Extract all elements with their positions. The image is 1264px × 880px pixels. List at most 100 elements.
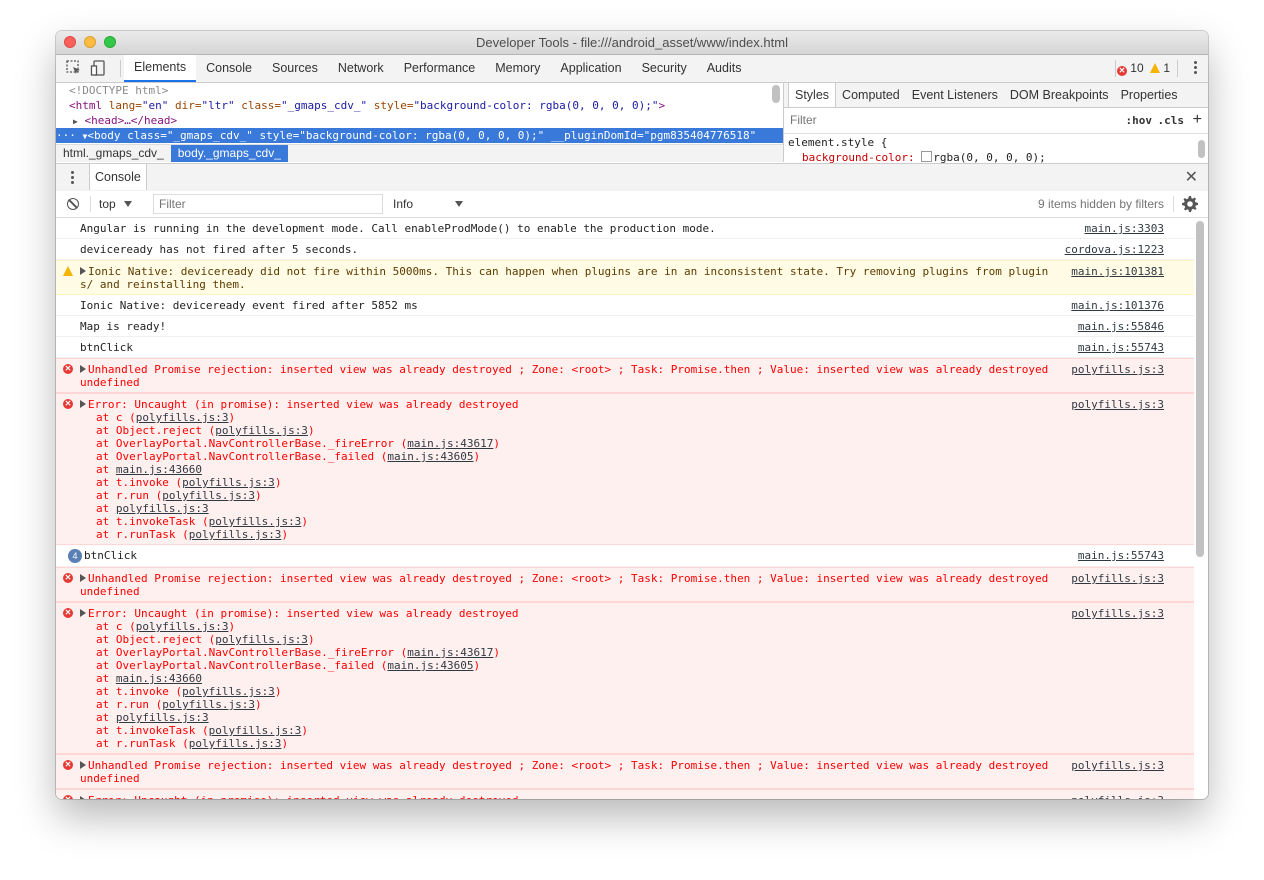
maximize-window-button[interactable]: [104, 36, 116, 48]
console-message[interactable]: 4 btnClick main.js:55743: [56, 545, 1194, 567]
source-link[interactable]: main.js:55743: [1078, 549, 1164, 562]
rule-selector[interactable]: element.style {: [788, 135, 1046, 150]
customize-menu-icon[interactable]: [1194, 61, 1198, 75]
gear-icon[interactable]: [1182, 196, 1198, 212]
stack-frame-link[interactable]: main.js:43660: [116, 672, 202, 685]
source-link[interactable]: main.js:101381: [1071, 265, 1164, 278]
doctype-node[interactable]: <!DOCTYPE html>: [69, 83, 168, 98]
console-message[interactable]: Ionic Native: deviceready event fired af…: [56, 295, 1194, 316]
console-message[interactable]: Map is ready! main.js:55846: [56, 316, 1194, 337]
tab-application[interactable]: Application: [550, 55, 631, 82]
console-message[interactable]: ✕ Error: Uncaught (in promise): inserted …: [56, 789, 1194, 799]
source-link[interactable]: main.js:101376: [1071, 299, 1164, 312]
tab-audits[interactable]: Audits: [697, 55, 752, 82]
stack-frame-link[interactable]: main.js:43660: [116, 463, 202, 476]
source-link[interactable]: main.js:55846: [1078, 320, 1164, 333]
device-toolbar-icon[interactable]: [90, 59, 108, 77]
source-link[interactable]: polyfills.js:3: [1071, 607, 1164, 620]
tab-memory[interactable]: Memory: [485, 55, 550, 82]
stack-frame-link[interactable]: polyfills.js:3: [189, 737, 282, 750]
stack-frame-link[interactable]: polyfills.js:3: [189, 528, 282, 541]
stack-frame-link[interactable]: main.js:43617: [407, 646, 493, 659]
add-rule-button[interactable]: +: [1193, 108, 1202, 132]
expand-arrow-icon[interactable]: [80, 796, 86, 799]
head-node[interactable]: ▶ <head>…</head>: [73, 113, 177, 128]
more-icon[interactable]: ···: [56, 129, 76, 142]
console-message[interactable]: ✕ Unhandled Promise rejection: inserted v…: [56, 754, 1194, 789]
source-link[interactable]: polyfills.js:3: [1071, 572, 1164, 585]
console-scrollbar[interactable]: [1196, 221, 1204, 557]
stack-frame-link[interactable]: polyfills.js:3: [209, 515, 302, 528]
close-window-button[interactable]: [64, 36, 76, 48]
stack-frame-link[interactable]: polyfills.js:3: [209, 724, 302, 737]
console-message[interactable]: btnClick main.js:55743: [56, 337, 1194, 358]
source-link[interactable]: cordova.js:1223: [1065, 243, 1164, 256]
hover-state-button[interactable]: :hov: [1126, 108, 1153, 133]
source-link[interactable]: polyfills.js:3: [1071, 398, 1164, 411]
breadcrumb-item[interactable]: html._gmaps_cdv_: [56, 145, 171, 162]
stack-frame-link[interactable]: main.js:43605: [387, 659, 473, 672]
tab-sources[interactable]: Sources: [262, 55, 328, 82]
stack-frame-link[interactable]: polyfills.js:3: [162, 489, 255, 502]
expand-arrow-icon[interactable]: [80, 365, 86, 373]
drawer-tab-console[interactable]: Console: [89, 164, 147, 190]
stack-frame-link[interactable]: polyfills.js:3: [215, 424, 308, 437]
source-link[interactable]: polyfills.js:3: [1071, 363, 1164, 376]
console-message[interactable]: deviceready has not fired after 5 second…: [56, 239, 1194, 260]
stack-frame-link[interactable]: polyfills.js:3: [162, 698, 255, 711]
console-message[interactable]: Ionic Native: deviceready did not fire w…: [56, 260, 1194, 295]
message-text: deviceready has not fired after 5 second…: [80, 243, 359, 256]
expand-arrow-icon[interactable]: ▶: [73, 117, 78, 126]
console-message[interactable]: ✕ Error: Uncaught (in promise): inserted …: [56, 602, 1194, 754]
expand-arrow-icon[interactable]: [80, 761, 86, 769]
tab-properties[interactable]: Properties: [1115, 83, 1184, 107]
expand-arrow-icon[interactable]: [80, 267, 86, 275]
styles-filter-input[interactable]: Filter: [790, 108, 817, 133]
console-message[interactable]: ✕ Unhandled Promise rejection: inserted v…: [56, 567, 1194, 602]
stack-frame-link[interactable]: polyfills.js:3: [182, 476, 275, 489]
class-toggle-button[interactable]: .cls: [1158, 108, 1185, 133]
stack-frame-link[interactable]: polyfills.js:3: [215, 633, 308, 646]
html-node[interactable]: <html lang="en" dir="ltr" class="_gmaps_…: [69, 98, 665, 113]
drawer-menu-icon[interactable]: [71, 171, 74, 186]
body-node[interactable]: ··· ▼<body class="_gmaps_cdv_" style="ba…: [56, 128, 783, 143]
breadcrumb-item[interactable]: body._gmaps_cdv_: [170, 145, 288, 162]
color-swatch-icon[interactable]: [921, 151, 933, 162]
log-level-selector[interactable]: Info: [393, 191, 464, 217]
source-link[interactable]: polyfills.js:3: [1071, 759, 1164, 772]
issue-counts[interactable]: ✕ 10 1: [1116, 55, 1170, 82]
console-message[interactable]: ✕ Unhandled Promise rejection: inserted v…: [56, 358, 1194, 393]
tab-network[interactable]: Network: [328, 55, 394, 82]
expand-arrow-icon[interactable]: [80, 609, 86, 617]
tab-elements[interactable]: Elements: [124, 55, 197, 82]
context-selector[interactable]: top: [99, 191, 132, 217]
stack-frame-link[interactable]: polyfills.js:3: [136, 411, 229, 424]
expand-arrow-icon[interactable]: [80, 574, 86, 582]
minimize-window-button[interactable]: [84, 36, 96, 48]
elements-scrollbar[interactable]: [772, 85, 780, 103]
inspect-element-icon[interactable]: [65, 59, 83, 77]
tab-event-listeners[interactable]: Event Listeners: [906, 83, 1004, 107]
tab-performance[interactable]: Performance: [394, 55, 486, 82]
clear-console-icon[interactable]: [67, 198, 79, 210]
source-link[interactable]: polyfills.js:3: [1071, 794, 1164, 799]
console-message[interactable]: Angular is running in the development mo…: [56, 218, 1194, 239]
expand-arrow-icon[interactable]: [80, 400, 86, 408]
tab-styles[interactable]: Styles: [788, 83, 837, 107]
stack-frame-link[interactable]: polyfills.js:3: [116, 711, 209, 724]
stack-frame-link[interactable]: polyfills.js:3: [136, 620, 229, 633]
console-filter-input[interactable]: Filter: [153, 194, 383, 214]
stack-frame-link[interactable]: main.js:43605: [387, 450, 473, 463]
tab-dom-breakpoints[interactable]: DOM Breakpoints: [1004, 83, 1115, 107]
styles-scrollbar[interactable]: [1198, 140, 1205, 158]
stack-frame-link[interactable]: polyfills.js:3: [182, 685, 275, 698]
stack-frame-link[interactable]: main.js:43617: [407, 437, 493, 450]
source-link[interactable]: main.js:55743: [1078, 341, 1164, 354]
console-message[interactable]: ✕ Error: Uncaught (in promise): inserted …: [56, 393, 1194, 545]
tab-security[interactable]: Security: [632, 55, 697, 82]
tab-computed[interactable]: Computed: [836, 83, 906, 107]
stack-frame-link[interactable]: polyfills.js:3: [116, 502, 209, 515]
close-drawer-icon[interactable]: ✕: [1185, 164, 1198, 191]
source-link[interactable]: main.js:3303: [1085, 222, 1164, 235]
tab-console[interactable]: Console: [196, 55, 262, 82]
